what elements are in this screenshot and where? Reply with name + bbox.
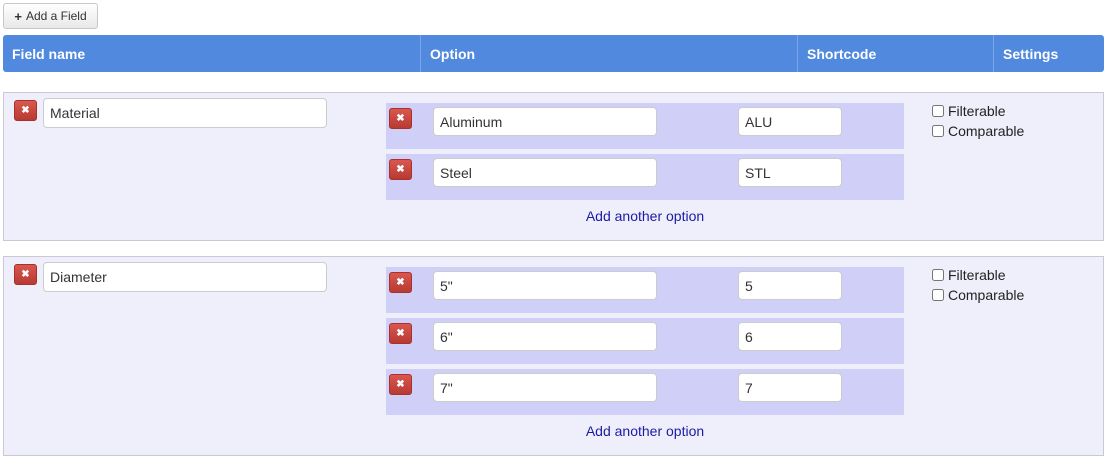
shortcode-input[interactable] <box>738 271 842 300</box>
option-row: ✖ <box>386 103 904 149</box>
add-field-label: Add a Field <box>25 9 87 23</box>
comparable-label: Comparable <box>948 123 1025 139</box>
option-input[interactable] <box>433 373 657 402</box>
option-input[interactable] <box>433 107 657 136</box>
close-icon: ✖ <box>396 378 405 390</box>
close-icon: ✖ <box>396 163 405 175</box>
filterable-setting[interactable]: Filterable <box>932 101 1024 121</box>
option-row: ✖ <box>386 369 904 415</box>
option-input[interactable] <box>433 158 657 187</box>
header-field-name: Field name <box>12 45 86 62</box>
filterable-setting[interactable]: Filterable <box>932 265 1024 285</box>
close-icon: ✖ <box>396 276 405 288</box>
delete-field-button[interactable]: ✖ <box>14 264 37 285</box>
field-group-material: ✖ ✖ ✖ Add another option Filterable Comp… <box>3 92 1104 241</box>
close-icon: ✖ <box>396 327 405 339</box>
close-icon: ✖ <box>21 104 30 116</box>
shortcode-input[interactable] <box>738 107 842 136</box>
field-settings: Filterable Comparable <box>932 265 1024 305</box>
option-input[interactable] <box>433 271 657 300</box>
field-group-diameter: ✖ ✖ ✖ ✖ Add another option Filterable Co… <box>3 256 1104 456</box>
comparable-checkbox[interactable] <box>932 289 944 301</box>
shortcode-input[interactable] <box>738 158 842 187</box>
field-name-input[interactable] <box>43 98 327 128</box>
filterable-label: Filterable <box>948 103 1006 119</box>
field-settings: Filterable Comparable <box>932 101 1024 141</box>
comparable-label: Comparable <box>948 287 1025 303</box>
field-name-input[interactable] <box>43 262 327 292</box>
header-shortcode: Shortcode <box>797 35 993 72</box>
header-option: Option <box>420 35 797 72</box>
option-input[interactable] <box>433 322 657 351</box>
filterable-checkbox[interactable] <box>932 105 944 117</box>
comparable-checkbox[interactable] <box>932 125 944 137</box>
option-row: ✖ <box>386 154 904 200</box>
filterable-label: Filterable <box>948 267 1006 283</box>
add-field-button[interactable]: + Add a Field <box>3 3 98 29</box>
filterable-checkbox[interactable] <box>932 269 944 281</box>
plus-icon: + <box>14 8 22 24</box>
delete-option-button[interactable]: ✖ <box>389 108 412 129</box>
add-option-link[interactable]: Add another option <box>386 423 904 439</box>
comparable-setting[interactable]: Comparable <box>932 121 1024 141</box>
delete-option-button[interactable]: ✖ <box>389 374 412 395</box>
delete-option-button[interactable]: ✖ <box>389 159 412 180</box>
shortcode-input[interactable] <box>738 373 842 402</box>
close-icon: ✖ <box>21 268 30 280</box>
fields-table-header: Field name Option Shortcode Settings <box>3 35 1104 72</box>
delete-option-button[interactable]: ✖ <box>389 323 412 344</box>
option-row: ✖ <box>386 318 904 364</box>
comparable-setting[interactable]: Comparable <box>932 285 1024 305</box>
shortcode-input[interactable] <box>738 322 842 351</box>
option-row: ✖ <box>386 267 904 313</box>
delete-field-button[interactable]: ✖ <box>14 100 37 121</box>
delete-option-button[interactable]: ✖ <box>389 272 412 293</box>
header-settings: Settings <box>993 35 1104 72</box>
close-icon: ✖ <box>396 112 405 124</box>
add-option-link[interactable]: Add another option <box>386 208 904 224</box>
